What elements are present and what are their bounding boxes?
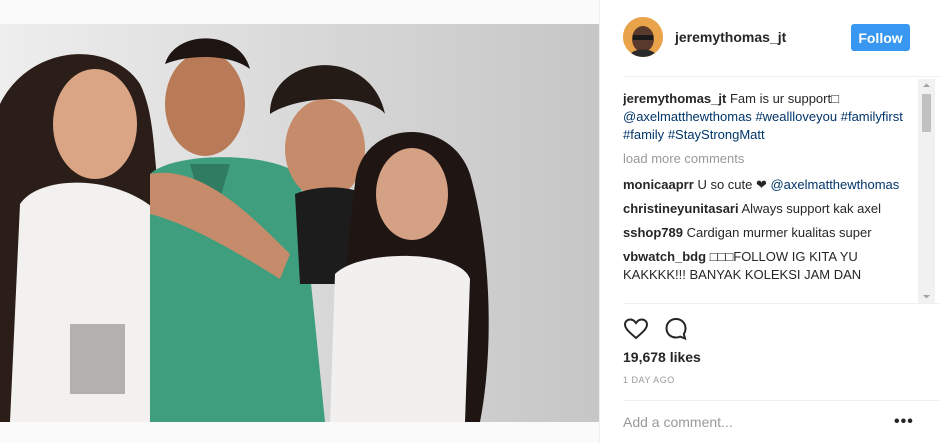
post-photo[interactable] (0, 24, 599, 422)
comments-divider (623, 303, 940, 304)
comment-username[interactable]: sshop789 (623, 225, 683, 240)
caption-text: Fam is ur support□ (729, 91, 839, 106)
comment-username[interactable]: monicaaprr (623, 177, 694, 192)
scroll-up-arrow-icon[interactable] (918, 79, 935, 92)
comment-username[interactable]: vbwatch_bdg (623, 249, 706, 264)
mention-link[interactable]: @axelmatthewthomas (623, 109, 752, 124)
load-more-comments[interactable]: load more comments (623, 150, 918, 168)
add-comment-input[interactable]: Add a comment... (623, 414, 733, 430)
scroll-down-arrow-icon[interactable] (918, 290, 935, 303)
more-options-icon[interactable]: ••• (894, 413, 914, 431)
like-count[interactable]: 19,678 likes (623, 349, 701, 365)
caption-username[interactable]: jeremythomas_jt (623, 91, 726, 106)
comment-bubble-icon[interactable] (663, 316, 689, 342)
comment-item: christineyunitasari Always support kak a… (623, 200, 918, 218)
comments-scrollbar[interactable] (918, 79, 935, 303)
caption: jeremythomas_jt Fam is ur support□ @axel… (623, 90, 918, 144)
hashtag-link[interactable]: #familyfirst (841, 109, 903, 124)
comment-item: monicaaprr U so cute ❤ @axelmatthewthoma… (623, 176, 918, 194)
scrollbar-thumb[interactable] (922, 94, 931, 132)
comment-text: U so cute ❤ (697, 177, 767, 192)
comment-item: sshop789 Cardigan murmer kualitas super (623, 224, 918, 242)
comment-text: Cardigan murmer kualitas super (686, 225, 872, 240)
header-divider (623, 76, 940, 77)
heart-icon[interactable] (623, 316, 649, 342)
post-timestamp[interactable]: 1 DAY AGO (623, 375, 675, 385)
post-sidebar: jeremythomas_jt Follow jeremythomas_jt F… (599, 0, 947, 443)
mention-link[interactable]: @axelmatthewthomas (770, 177, 899, 192)
family-photo-illustration (0, 38, 489, 422)
avatar-image (623, 17, 663, 57)
avatar[interactable] (623, 17, 663, 57)
comment-text: Always support kak axel (741, 201, 881, 216)
comments-list: jeremythomas_jt Fam is ur support□ @axel… (623, 90, 918, 303)
instagram-post: jeremythomas_jt Follow jeremythomas_jt F… (0, 0, 947, 443)
post-header: jeremythomas_jt Follow (600, 0, 947, 76)
comment-username[interactable]: christineyunitasari (623, 201, 739, 216)
follow-button[interactable]: Follow (851, 24, 910, 51)
hashtag-link[interactable]: #StayStrongMatt (668, 127, 765, 142)
footer-divider (623, 400, 940, 401)
comment-item: vbwatch_bdg □□□FOLLOW IG KITA YU KAKKKK!… (623, 248, 918, 284)
hashtag-link[interactable]: #weallloveyou (755, 109, 837, 124)
hashtag-link[interactable]: #family (623, 127, 664, 142)
post-username[interactable]: jeremythomas_jt (675, 29, 786, 45)
